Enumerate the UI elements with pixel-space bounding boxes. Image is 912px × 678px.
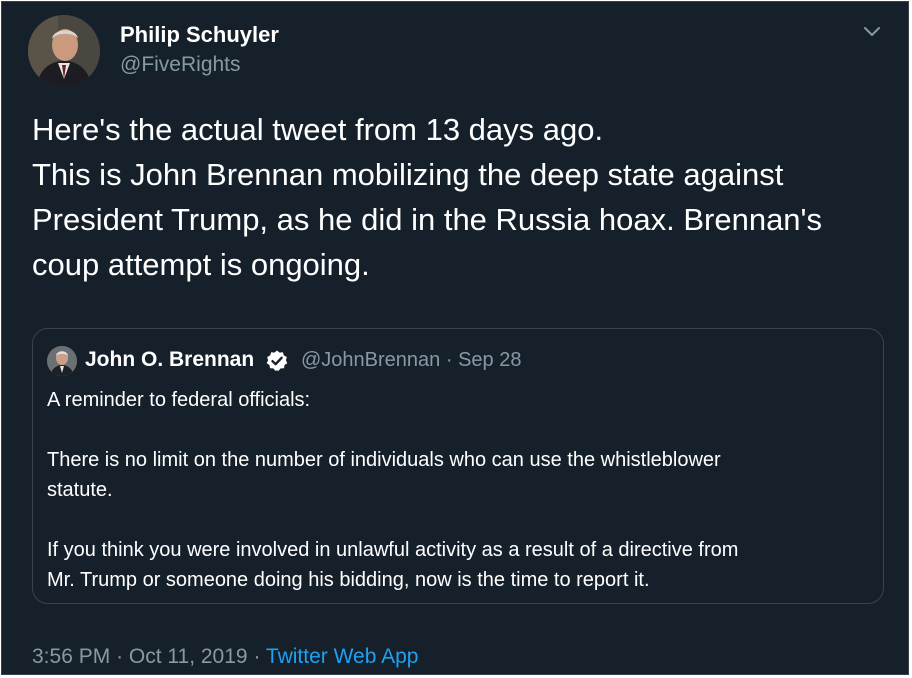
tweet-time[interactable]: 3:56 PM <box>32 645 110 668</box>
verified-badge-icon <box>265 349 289 373</box>
footer-separator: · <box>116 645 124 668</box>
portrait-avatar-icon <box>28 15 100 87</box>
quoted-text-line: statute. <box>47 479 113 501</box>
tweet-date[interactable]: Oct 11, 2019 <box>129 645 248 668</box>
quoted-text-line: There is no limit on the number of indiv… <box>47 449 721 471</box>
chevron-down-icon[interactable] <box>860 22 884 42</box>
quoted-tweet-body: A reminder to federal officials: There i… <box>47 385 867 595</box>
quoted-paragraph: A reminder to federal officials: <box>47 389 311 411</box>
author-handle[interactable]: @FiveRights <box>120 53 241 77</box>
tweet-text-line: coup attempt is ongoing. <box>32 247 370 282</box>
quoted-text-line: Mr. Trump or someone doing his bidding, … <box>47 569 650 591</box>
quoted-tweet-date: Sep 28 <box>458 349 522 371</box>
author-display-name[interactable]: Philip Schuyler <box>120 22 279 48</box>
tweet-card: Philip Schuyler @FiveRights Here's the a… <box>1 1 909 675</box>
quoted-tweet-meta: @JohnBrennan · Sep 28 <box>301 349 521 372</box>
meta-separator: · <box>445 349 453 371</box>
portrait-avatar-icon <box>47 346 77 376</box>
tweet-text-line: President Trump, as he did in the Russia… <box>32 202 822 237</box>
quoted-tweet[interactable]: John O. Brennan @JohnBrennan · Sep 28 A … <box>32 328 884 604</box>
tweet-footer: 3:56 PM · Oct 11, 2019 · Twitter Web App <box>32 645 418 669</box>
quoted-paragraph: There is no limit on the number of indiv… <box>47 445 867 505</box>
tweet-text-line: Here's the actual tweet from 13 days ago… <box>32 112 604 147</box>
quoted-paragraph: If you think you were involved in unlawf… <box>47 535 867 595</box>
author-avatar[interactable] <box>28 15 100 87</box>
footer-separator: · <box>253 645 261 668</box>
tweet-source-link[interactable]: Twitter Web App <box>266 645 419 668</box>
quoted-author-avatar <box>47 346 77 376</box>
tweet-text-line: This is John Brennan mobilizing the deep… <box>32 157 784 192</box>
quoted-author-handle: @JohnBrennan <box>301 349 441 371</box>
quoted-text-line: If you think you were involved in unlawf… <box>47 539 739 561</box>
quoted-author-display-name: John O. Brennan <box>85 348 255 371</box>
tweet-text: Here's the actual tweet from 13 days ago… <box>32 107 892 287</box>
